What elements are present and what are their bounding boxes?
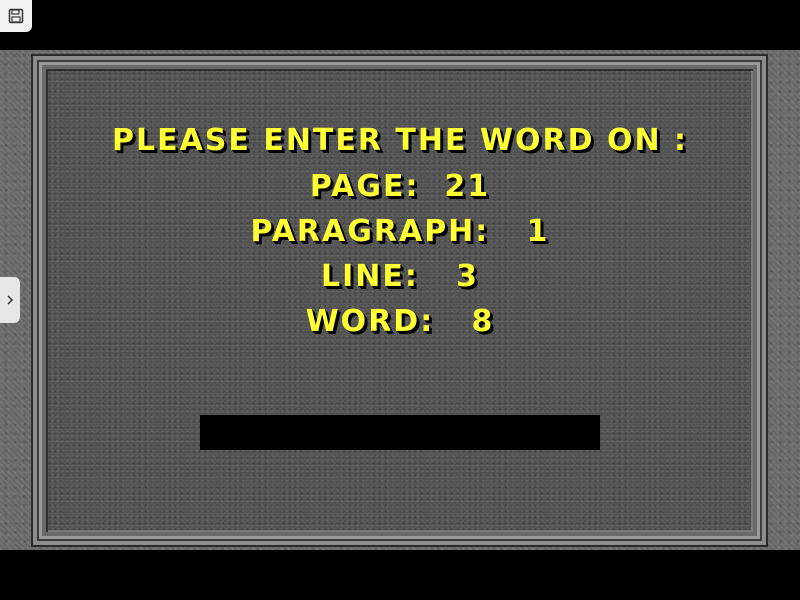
chevron-right-icon [7, 295, 14, 305]
game-screen: PLEASE ENTER THE WORD ON : PAGE: 21 PARA… [0, 0, 800, 600]
answer-input[interactable] [200, 415, 600, 450]
side-panel-toggle[interactable] [0, 277, 20, 323]
save-button[interactable] [0, 0, 32, 32]
page-number-line: PAGE: 21 [309, 169, 491, 204]
line-number-line: LINE: 3 [320, 259, 480, 294]
top-bar [0, 0, 800, 50]
bottom-bar [0, 550, 800, 600]
floppy-disk-icon [8, 8, 24, 24]
paragraph-number-line: PARAGRAPH: 1 [250, 214, 550, 249]
prompt-heading: PLEASE ENTER THE WORD ON : [111, 123, 689, 158]
word-number-line: WORD: 8 [305, 304, 495, 339]
